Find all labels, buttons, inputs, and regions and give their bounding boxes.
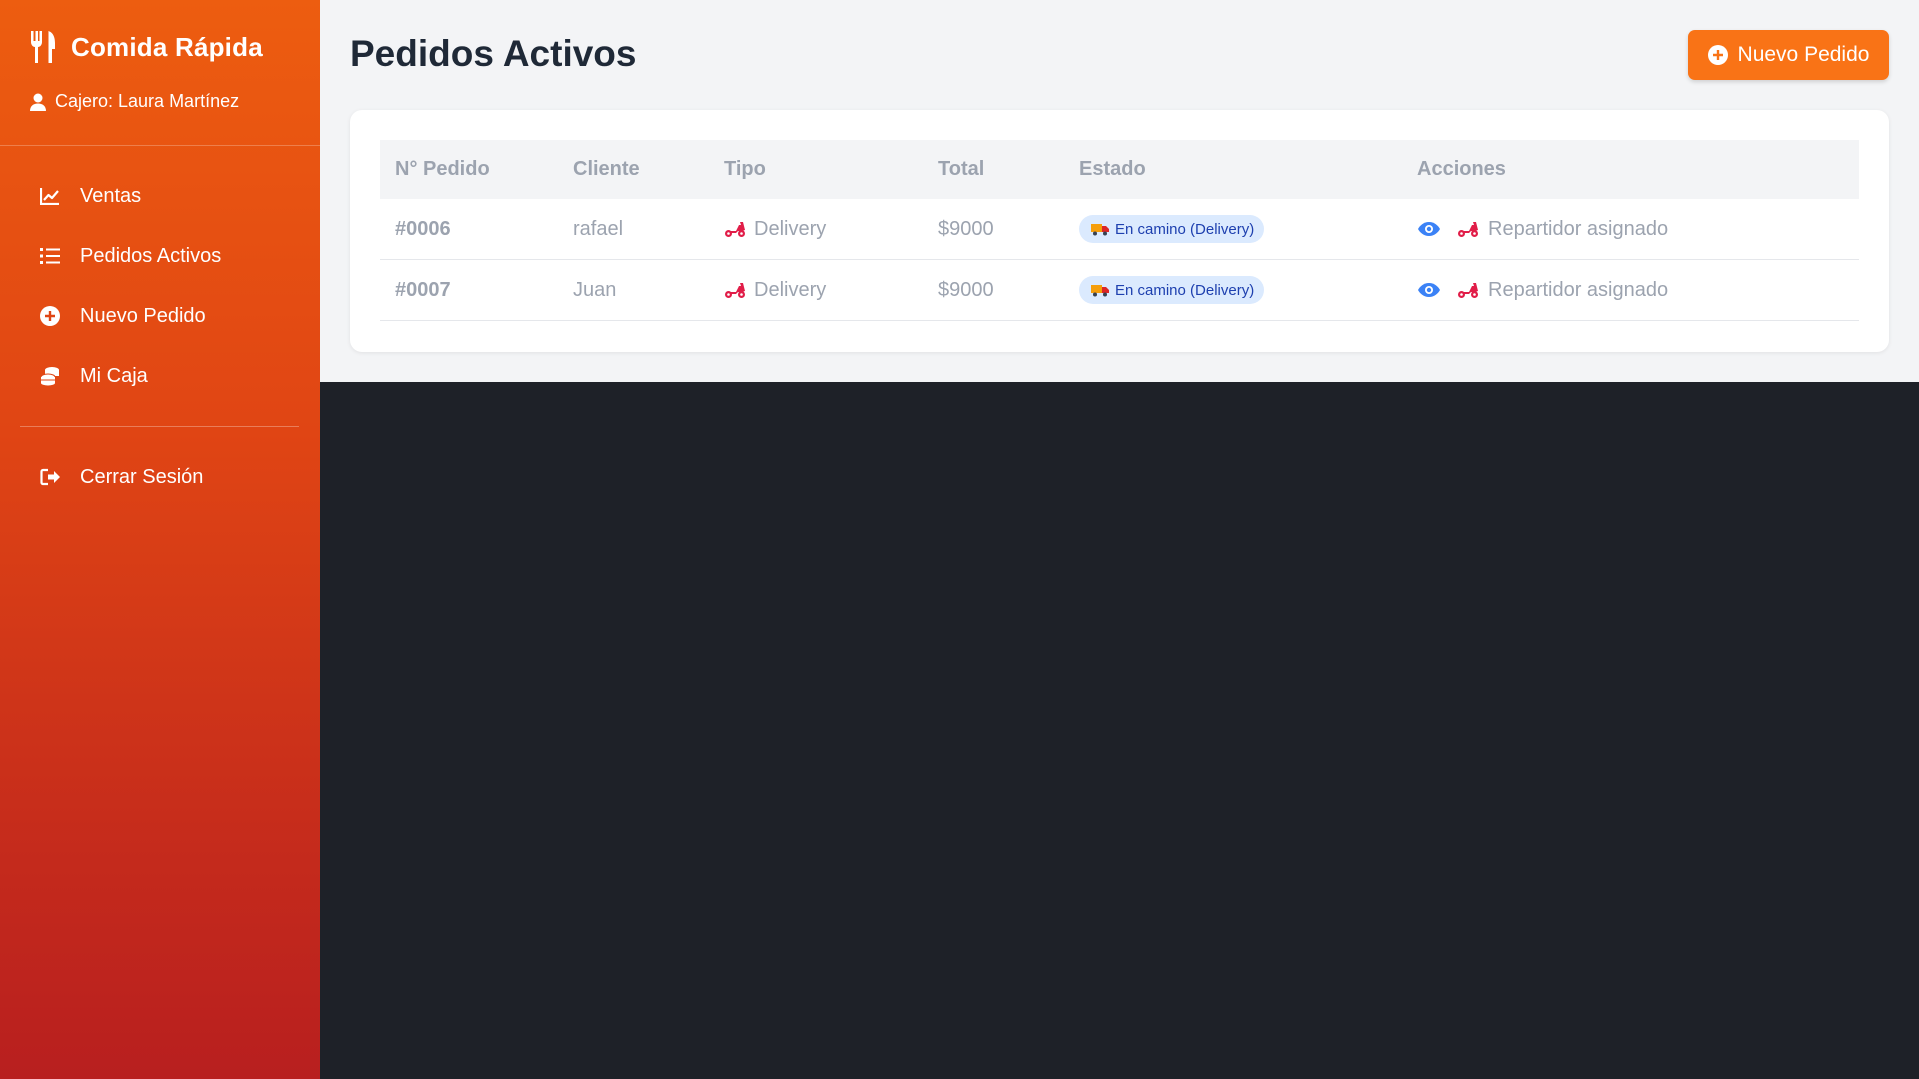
table-row: #0006 rafael Delivery $9000 En camino (D… [380,199,1859,260]
order-total: $9000 [938,278,994,301]
order-status-cell: En camino (Delivery) [1079,215,1417,243]
chart-line-icon [39,185,61,207]
order-client: Juan [573,278,617,301]
table-header: N° Pedido Cliente Tipo Total Estado Acci… [380,140,1859,199]
action-label: Repartidor asignado [1488,278,1669,301]
orders-table: N° Pedido Cliente Tipo Total Estado Acci… [380,140,1859,321]
order-total: $9000 [938,217,994,240]
sidebar-item-ventas[interactable]: Ventas [20,166,300,226]
logout-section: Cerrar Sesión [20,447,300,507]
user-icon [30,93,46,111]
sidebar-item-nuevo-pedido[interactable]: Nuevo Pedido [20,286,300,346]
truck-icon [1091,284,1109,296]
nav-divider [20,426,299,427]
scooter-icon [725,222,745,237]
header-type: Tipo [724,158,766,180]
order-type-label: Delivery [754,217,827,240]
page-title: Pedidos Activos [350,33,637,74]
order-actions: Repartidor asignado [1417,279,1859,302]
new-order-label: Nuevo Pedido [1737,43,1870,66]
sidebar-item-label: Pedidos Activos [80,244,222,267]
order-number: #0006 [395,217,451,240]
sidebar-item-pedidos-activos[interactable]: Pedidos Activos [20,226,300,286]
status-label: En camino (Delivery) [1115,281,1255,299]
order-status-cell: En camino (Delivery) [1079,276,1417,304]
order-number: #0007 [395,278,451,301]
header-client: Cliente [573,158,640,180]
sidebar-divider [0,145,320,146]
order-type: Delivery [724,279,938,302]
main-content: Pedidos Activos Nuevo Pedido N° Pedido C… [320,0,1919,382]
sidebar-item-mi-caja[interactable]: Mi Caja [20,346,300,406]
status-label: En camino (Delivery) [1115,220,1255,238]
eye-icon[interactable] [1417,281,1441,299]
table-row: #0007 Juan Delivery $9000 En camino (Del… [380,260,1859,321]
order-client: rafael [573,217,624,240]
brand[interactable]: Comida Rápida [29,30,263,64]
sidebar-item-label: Mi Caja [80,364,148,387]
header-status: Estado [1079,158,1146,180]
action-label: Repartidor asignado [1488,217,1669,240]
sidebar-item-label: Nuevo Pedido [80,304,206,327]
scooter-icon [725,283,745,298]
cashier-label: Cajero: Laura Martínez [55,91,240,111]
order-type: Delivery [724,218,938,241]
orders-card: N° Pedido Cliente Tipo Total Estado Acci… [350,110,1889,352]
header-actions: Acciones [1417,158,1506,180]
plus-circle-icon [39,305,61,327]
sidebar: Comida Rápida Cajero: Laura Martínez Ven… [0,0,320,1079]
status-badge: En camino (Delivery) [1079,215,1265,243]
order-actions: Repartidor asignado [1417,218,1859,241]
status-badge: En camino (Delivery) [1079,276,1265,304]
sidebar-nav: Ventas Pedidos Activos Nuevo Pedido Mi C… [20,166,300,406]
header-total: Total [938,158,985,180]
sidebar-item-label: Ventas [80,184,142,207]
truck-icon [1091,223,1109,235]
logout-label: Cerrar Sesión [80,465,204,488]
list-icon [39,245,61,267]
scooter-icon [1458,283,1478,298]
order-type-label: Delivery [754,278,827,301]
scooter-icon [1458,222,1478,237]
eye-icon[interactable] [1417,220,1441,238]
new-order-button[interactable]: Nuevo Pedido [1688,30,1889,80]
sign-out-icon [39,466,61,488]
brand-title: Comida Rápida [71,31,263,62]
plus-circle-icon [1707,45,1728,65]
header-order-number: N° Pedido [395,158,490,180]
logout-button[interactable]: Cerrar Sesión [20,447,300,507]
utensils-icon [31,31,55,63]
cashier-info: Cajero: Laura Martínez [30,91,239,112]
coins-icon [39,365,61,387]
